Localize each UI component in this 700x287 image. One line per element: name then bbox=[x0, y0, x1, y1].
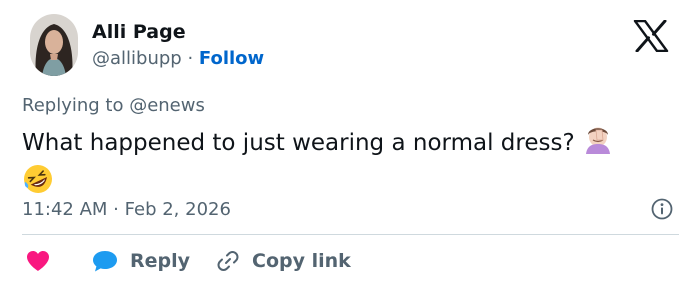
face-palm-emoji-icon bbox=[582, 124, 614, 163]
replying-to-handle[interactable]: @enews bbox=[129, 95, 205, 116]
replying-to-prefix: Replying to bbox=[22, 95, 130, 116]
author-handle[interactable]: @allibupp bbox=[92, 48, 182, 69]
author-handle-line: @allibupp · Follow bbox=[92, 48, 264, 69]
like-button[interactable] bbox=[26, 247, 50, 275]
reply-bubble-icon bbox=[92, 249, 118, 273]
tweet-timestamp[interactable]: 11:42 AM · Feb 2, 2026 bbox=[22, 199, 231, 220]
reply-label: Reply bbox=[130, 250, 191, 272]
tweet-body: What happened to just wearing a normal d… bbox=[22, 130, 582, 156]
divider bbox=[22, 234, 679, 235]
tweet-date: Feb 2, 2026 bbox=[124, 199, 231, 220]
tweet-text: What happened to just wearing a normal d… bbox=[22, 124, 682, 204]
copy-link-label: Copy link bbox=[252, 250, 351, 272]
replying-to-line: Replying to @enews bbox=[22, 95, 205, 116]
rolling-laughing-emoji-icon bbox=[22, 163, 54, 204]
heart-icon bbox=[26, 250, 50, 272]
link-icon bbox=[216, 249, 240, 273]
info-icon[interactable] bbox=[651, 198, 673, 220]
copy-link-button[interactable]: Copy link bbox=[216, 247, 351, 275]
embedded-tweet: Alli Page @allibupp · Follow Replying to… bbox=[0, 0, 700, 287]
avatar[interactable] bbox=[30, 14, 78, 76]
follow-button[interactable]: Follow bbox=[199, 48, 264, 69]
author-display-name[interactable]: Alli Page bbox=[92, 21, 186, 43]
handle-separator: · bbox=[181, 48, 199, 69]
x-logo-icon[interactable] bbox=[633, 19, 669, 53]
reply-button[interactable]: Reply bbox=[92, 247, 190, 275]
timestamp-separator: · bbox=[107, 199, 125, 220]
tweet-time: 11:42 AM bbox=[22, 199, 108, 220]
